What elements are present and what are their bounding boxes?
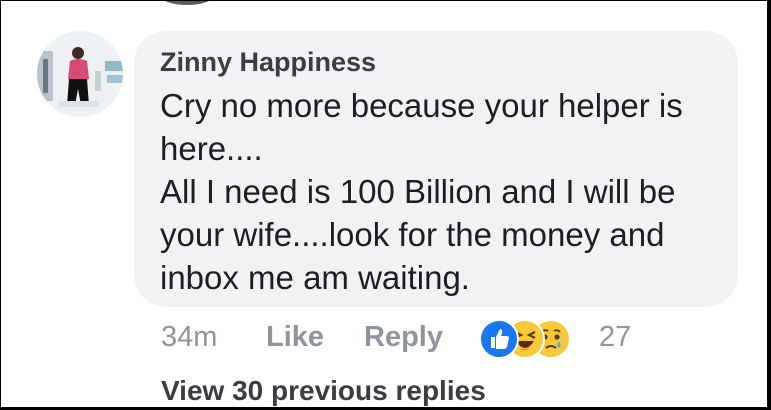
avatar-photo: [37, 31, 123, 117]
reaction-count[interactable]: 27: [599, 319, 631, 355]
avatar[interactable]: [37, 31, 123, 117]
like-icon: [479, 319, 519, 359]
comment-screenshot: Zinny Happiness Cry no more because your…: [1, 1, 767, 407]
reaction-summary[interactable]: [479, 319, 589, 359]
view-previous-replies-link[interactable]: View 30 previous replies: [161, 373, 486, 407]
comment-bubble: Zinny Happiness Cry no more because your…: [134, 31, 738, 307]
comment-timestamp[interactable]: 34m: [161, 319, 217, 355]
reply-button[interactable]: Reply: [364, 319, 443, 355]
previous-item-edge: [161, 1, 213, 5]
comment-author[interactable]: Zinny Happiness: [160, 45, 376, 79]
comment-text: Cry no more because your helper is here.…: [160, 87, 683, 296]
like-button[interactable]: Like: [266, 319, 324, 355]
